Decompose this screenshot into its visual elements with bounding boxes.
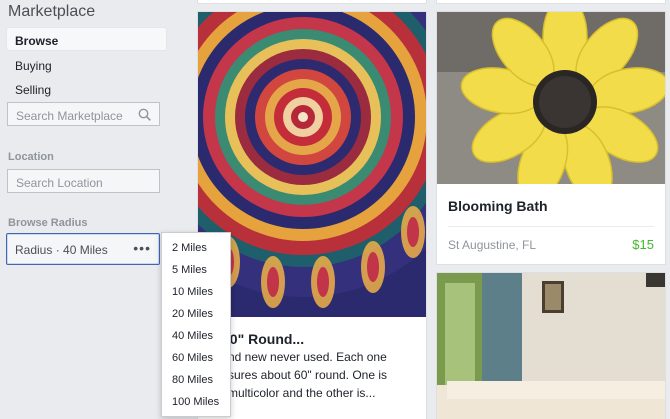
listing-title[interactable]: Blooming Bath: [448, 198, 548, 214]
listing-image: [437, 273, 665, 419]
radius-option[interactable]: 5 Miles: [162, 259, 230, 281]
listing-card-top[interactable]: [436, 0, 666, 4]
search-placeholder: Search Marketplace: [16, 109, 123, 123]
nav-selling[interactable]: Selling: [6, 76, 167, 100]
radius-option[interactable]: 100 Miles: [162, 391, 230, 413]
listing-image: [198, 12, 426, 317]
listing-title[interactable]: 60" Round...: [222, 331, 304, 347]
search-location-input[interactable]: Search Location: [7, 169, 160, 193]
divider: [448, 226, 654, 227]
listing-card[interactable]: Blooming Bath St Augustine, FL $15: [436, 11, 666, 265]
listing-description-line: multicolor and the other is...: [228, 386, 376, 400]
more-icon[interactable]: •••: [133, 240, 151, 256]
radius-option[interactable]: 2 Miles: [162, 237, 230, 259]
listing-image: [437, 12, 665, 203]
listing-description-line: sures about 60" round. One is: [228, 368, 388, 382]
radius-option[interactable]: 20 Miles: [162, 303, 230, 325]
radius-option[interactable]: 40 Miles: [162, 325, 230, 347]
nav-browse[interactable]: Browse: [6, 27, 167, 51]
radius-value: Radius · 40 Miles: [15, 243, 108, 257]
browse-radius-label: Browse Radius: [8, 217, 88, 229]
page-title: Marketplace: [8, 3, 96, 20]
listing-description-line: nd new never used. Each one: [228, 350, 387, 364]
search-icon[interactable]: [138, 108, 151, 121]
radius-option[interactable]: 60 Miles: [162, 347, 230, 369]
sidebar: Marketplace Browse Buying Selling Search…: [0, 0, 170, 419]
radius-option[interactable]: 10 Miles: [162, 281, 230, 303]
listing-location: St Augustine, FL: [448, 238, 537, 252]
listing-card[interactable]: [436, 272, 666, 419]
listing-price: $15: [632, 237, 654, 252]
nav-buying[interactable]: Buying: [6, 52, 167, 76]
listing-card-top[interactable]: [197, 0, 427, 4]
radius-select[interactable]: Radius · 40 Miles •••: [6, 233, 160, 265]
listing-card[interactable]: 60" Round... nd new never used. Each one…: [197, 11, 427, 419]
location-placeholder: Search Location: [16, 176, 103, 190]
search-marketplace-input[interactable]: Search Marketplace: [7, 102, 160, 126]
radius-option[interactable]: 80 Miles: [162, 369, 230, 391]
radius-dropdown: 2 Miles 5 Miles 10 Miles 20 Miles 40 Mil…: [161, 232, 231, 417]
location-label: Location: [8, 151, 54, 163]
